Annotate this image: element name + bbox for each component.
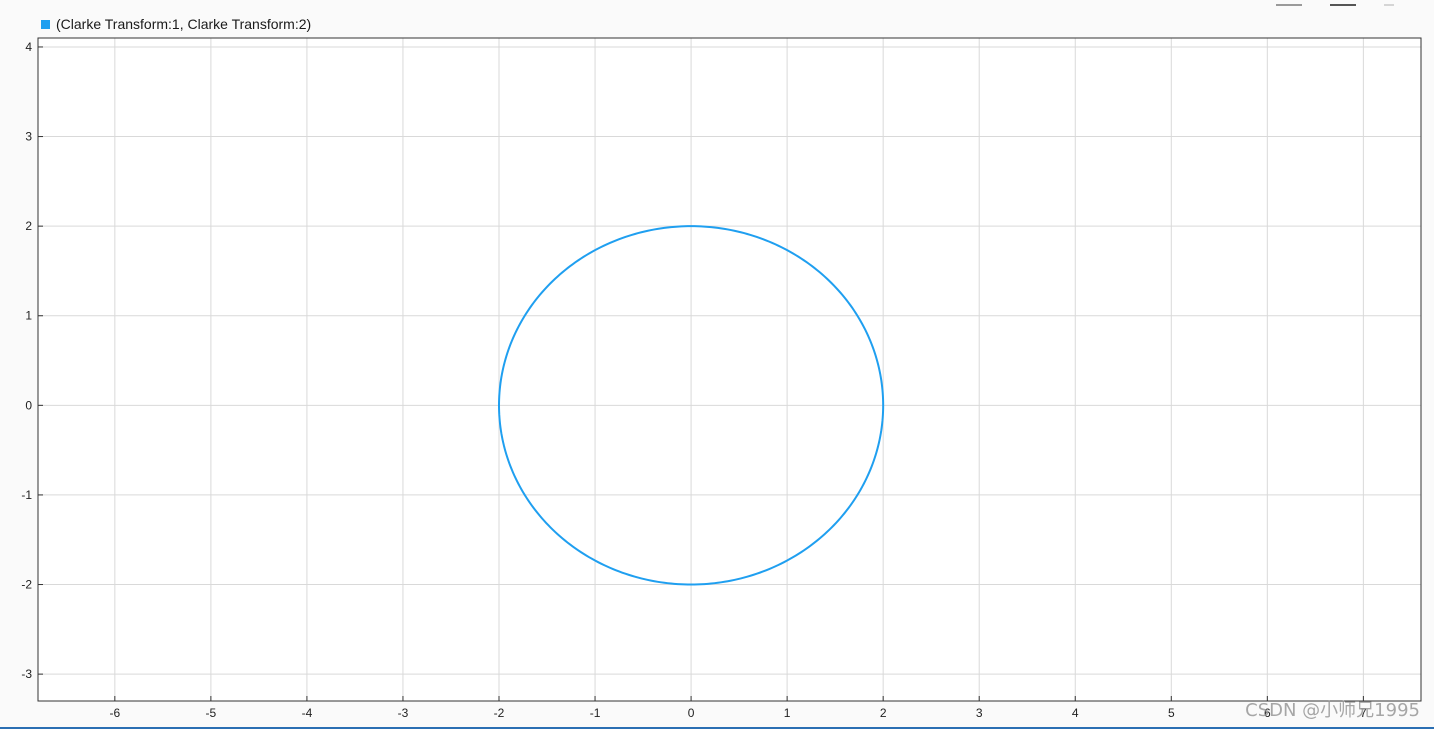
plot-background xyxy=(38,38,1421,701)
y-tick-label: 2 xyxy=(25,219,32,233)
x-tick-label: -3 xyxy=(398,706,409,720)
x-tick-label: 5 xyxy=(1168,706,1175,720)
x-tick-label: 2 xyxy=(880,706,887,720)
x-tick-label: -6 xyxy=(109,706,120,720)
x-tick-label: 0 xyxy=(688,706,695,720)
x-tick-label: -1 xyxy=(590,706,601,720)
plot-area[interactable]: -6 -5 -4 -3 -2 -1 0 1 2 3 4 5 6 7 -3-2-101234 xyxy=(0,0,1434,729)
x-tick-label: 3 xyxy=(976,706,983,720)
y-tick-label: -2 xyxy=(21,578,32,592)
y-tick-label: -1 xyxy=(21,488,32,502)
grid xyxy=(38,38,1421,701)
y-tick-label: 4 xyxy=(25,40,32,54)
y-tick-label: 0 xyxy=(25,398,32,412)
y-tick-label: 3 xyxy=(25,130,32,144)
watermark: CSDN @小师兄1995 xyxy=(1245,700,1420,721)
x-tick-label: 1 xyxy=(784,706,791,720)
x-tick-label: -4 xyxy=(302,706,313,720)
x-tick-label: 4 xyxy=(1072,706,1079,720)
scope-window: (Clarke Transform:1, Clarke Transform:2)… xyxy=(0,0,1434,729)
y-tick-label: 1 xyxy=(25,309,32,323)
y-tick-label: -3 xyxy=(21,667,32,681)
x-tick-label: -2 xyxy=(494,706,505,720)
x-tick-label: -5 xyxy=(206,706,217,720)
